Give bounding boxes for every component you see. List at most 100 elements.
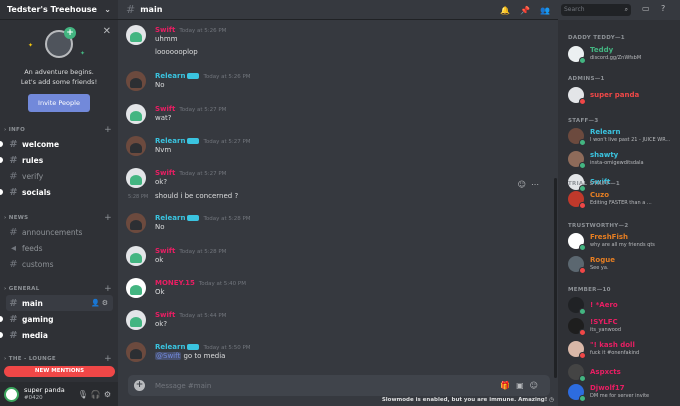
avatar[interactable] bbox=[4, 386, 19, 402]
author-name[interactable]: Swift bbox=[155, 311, 175, 319]
emoji-icon[interactable]: ☺ bbox=[530, 381, 544, 390]
category-general[interactable]: › GENERAL + bbox=[0, 283, 118, 295]
hash-icon: # bbox=[126, 3, 136, 16]
header-toolbar: 🔔 📌 👥 bbox=[500, 0, 560, 20]
member[interactable]: ! *Aero bbox=[568, 296, 678, 316]
dnd-status-icon bbox=[579, 267, 586, 274]
clock-icon: ◷ bbox=[549, 397, 554, 403]
avatar bbox=[568, 151, 586, 169]
avatar[interactable] bbox=[126, 342, 146, 362]
category-label: › GENERAL bbox=[4, 286, 40, 292]
channel-settings-icon[interactable]: 👤⚙ bbox=[91, 299, 110, 307]
online-status-icon bbox=[579, 308, 586, 315]
server-header[interactable]: Tedster's Treehouse ⌄ bbox=[0, 0, 118, 20]
add-reaction-icon[interactable]: ☺ bbox=[518, 180, 531, 189]
avatar[interactable] bbox=[126, 104, 146, 124]
category-label: › INFO bbox=[4, 127, 26, 133]
invite-people-button[interactable]: Invite People bbox=[28, 94, 90, 112]
members-icon[interactable]: 👥 bbox=[540, 6, 550, 15]
channel-main[interactable]: # main 👤⚙ bbox=[6, 295, 113, 311]
avatar[interactable] bbox=[126, 278, 146, 298]
server-name: Tedster's Treehouse bbox=[7, 5, 97, 14]
member[interactable]: "! kash doll fuck it #onenfakind bbox=[568, 340, 678, 360]
channel-welcome[interactable]: # welcome bbox=[0, 136, 113, 152]
avatar[interactable] bbox=[126, 136, 146, 156]
member[interactable]: Cuzo Editing FASTER than a ... bbox=[568, 190, 678, 210]
add-channel-icon[interactable]: + bbox=[104, 125, 112, 135]
member[interactable]: super panda bbox=[568, 86, 678, 106]
inbox-icon[interactable]: ▭ bbox=[642, 4, 650, 13]
avatar[interactable] bbox=[126, 25, 146, 45]
add-channel-icon[interactable]: + bbox=[104, 354, 112, 364]
upload-plus-icon[interactable]: + bbox=[134, 380, 145, 391]
channel-announcements[interactable]: # announcements bbox=[6, 224, 113, 240]
scrollbar[interactable] bbox=[554, 178, 557, 378]
user-name: super panda bbox=[24, 386, 65, 394]
member[interactable]: shawty insta-omigewditsdala bbox=[568, 150, 678, 170]
channel-rules[interactable]: # rules bbox=[0, 152, 113, 168]
channel-socials[interactable]: # socials bbox=[0, 184, 113, 200]
pin-icon[interactable]: 📌 bbox=[520, 6, 530, 15]
channel-gaming[interactable]: # gaming bbox=[0, 311, 113, 327]
category-the-lounge[interactable]: › THE - LOUNGE + bbox=[0, 353, 118, 365]
channel-feeds[interactable]: ◂ feeds bbox=[6, 240, 113, 256]
channel-verify[interactable]: # verify bbox=[6, 168, 113, 184]
member[interactable]: Teddy discord.gg/ZnWfsbM bbox=[568, 45, 678, 65]
avatar bbox=[568, 341, 586, 359]
avatar bbox=[568, 318, 586, 336]
headphones-icon[interactable]: 🎧 bbox=[91, 390, 104, 399]
author-name[interactable]: Swift bbox=[155, 105, 175, 113]
timestamp: Today at 5:50 PM bbox=[203, 345, 251, 351]
avatar[interactable] bbox=[126, 246, 146, 266]
author-name[interactable]: Relearn bbox=[155, 343, 185, 351]
gift-icon[interactable]: 🎁 bbox=[500, 381, 516, 390]
member-name: Cuzo bbox=[590, 191, 610, 199]
avatar[interactable] bbox=[126, 168, 146, 188]
help-icon[interactable]: ? bbox=[661, 4, 665, 13]
author-name[interactable]: Swift bbox=[155, 26, 175, 34]
add-channel-icon[interactable]: + bbox=[104, 213, 112, 223]
member[interactable]: Relearn I won't live past 21 - JUICE WR.… bbox=[568, 127, 678, 147]
author-name[interactable]: Relearn bbox=[155, 214, 185, 222]
role-header: MEMBER—10 bbox=[568, 287, 611, 293]
bell-icon[interactable]: 🔔 bbox=[500, 6, 510, 15]
message-text: ok? bbox=[155, 178, 168, 186]
author-name[interactable]: Relearn bbox=[155, 137, 185, 145]
category-info[interactable]: › INFO + bbox=[0, 124, 118, 136]
hash-icon: # bbox=[9, 226, 18, 238]
message-input[interactable] bbox=[155, 381, 501, 390]
author-name[interactable]: Swift bbox=[155, 169, 175, 177]
timestamp: Today at 5:27 PM bbox=[179, 171, 227, 177]
channel-media[interactable]: # media bbox=[0, 327, 113, 343]
author-name[interactable]: Swift bbox=[155, 247, 175, 255]
add-channel-icon[interactable]: + bbox=[104, 284, 112, 294]
member[interactable]: Djwolf17 DM me for server invite bbox=[568, 383, 678, 403]
avatar[interactable] bbox=[126, 71, 146, 91]
chevron-down-icon[interactable]: ⌄ bbox=[104, 5, 111, 14]
author-name[interactable]: MONEY.15 bbox=[155, 279, 195, 287]
more-icon[interactable]: ⋯ bbox=[531, 180, 544, 189]
online-status-icon bbox=[579, 244, 586, 251]
timestamp: Today at 5:44 PM bbox=[179, 313, 227, 319]
member[interactable]: FreshFish why are all my friends qts bbox=[568, 232, 678, 252]
hash-icon: # bbox=[9, 154, 18, 166]
member[interactable]: Aspxcts bbox=[568, 363, 678, 383]
category-news[interactable]: › NEWS + bbox=[0, 212, 118, 224]
timestamp: Today at 5:28 PM bbox=[179, 249, 227, 255]
author-name[interactable]: Relearn bbox=[155, 72, 185, 80]
gif-icon[interactable]: ▣ bbox=[516, 381, 530, 390]
search-input[interactable]: Search ⌕ bbox=[561, 4, 631, 16]
message-text: Ok bbox=[155, 288, 165, 296]
member[interactable]: Rogue See ya. bbox=[568, 255, 678, 275]
gear-icon[interactable]: ⚙ bbox=[104, 390, 114, 399]
avatar[interactable] bbox=[126, 310, 146, 330]
member[interactable]: !SYLFC its_yanwood bbox=[568, 317, 678, 337]
member-status: I won't live past 21 - JUICE WR... bbox=[590, 137, 671, 143]
avatar[interactable] bbox=[126, 213, 146, 233]
close-icon[interactable]: ✕ bbox=[103, 26, 111, 37]
channel-customs[interactable]: # customs bbox=[6, 256, 113, 272]
microphone-icon[interactable]: 🎙 bbox=[78, 390, 91, 399]
user-mention[interactable]: @Swift bbox=[155, 352, 182, 360]
new-mentions-button[interactable]: NEW MENTIONS bbox=[4, 366, 115, 377]
member-status: fuck it #onenfakind bbox=[590, 350, 640, 356]
